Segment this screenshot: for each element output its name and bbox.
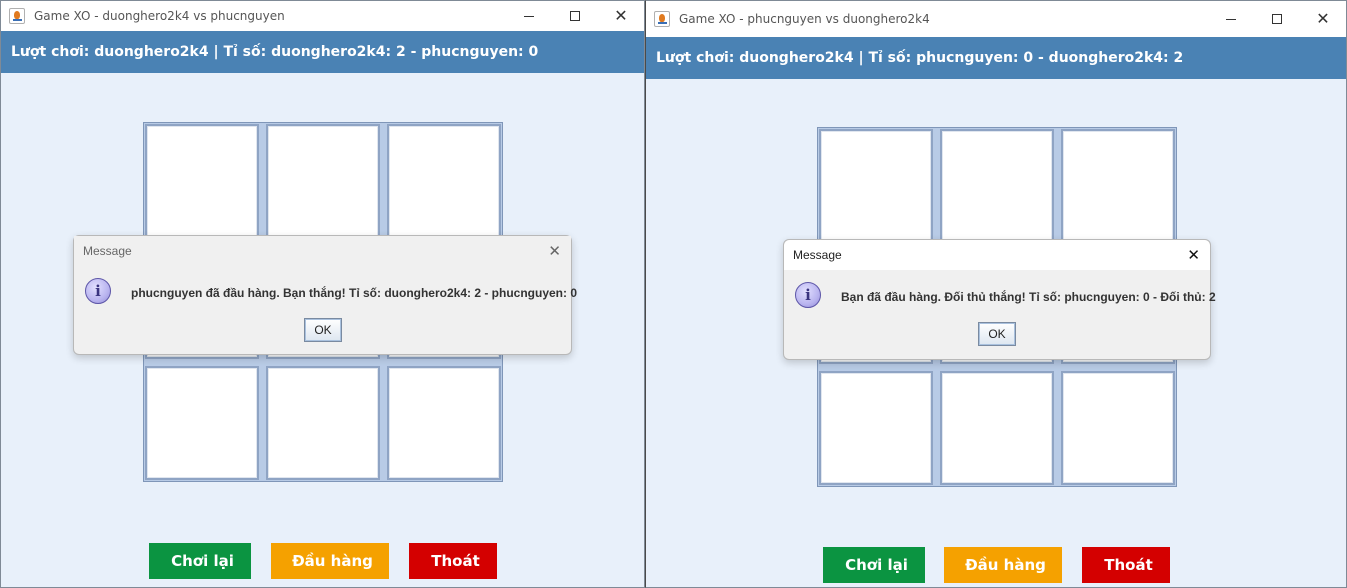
message-dialog: Message ✕ i phucnguyen đã đầu hàng. Bạn … (73, 235, 577, 355)
dialog-title: Message (74, 236, 571, 266)
maximize-icon (570, 11, 580, 21)
quit-button[interactable]: Thoát (1082, 547, 1170, 583)
board-cell-1[interactable] (819, 129, 933, 243)
window-controls: ✕ (506, 1, 644, 31)
surrender-button[interactable]: Đầu hàng (944, 547, 1062, 583)
ok-button[interactable]: OK (978, 322, 1016, 346)
quit-label: Thoát (431, 552, 480, 570)
board-cell-9[interactable] (387, 366, 501, 480)
window-titlebar[interactable]: Game XO - phucnguyen vs duonghero2k4 ✕ (646, 1, 1346, 37)
information-icon: i (795, 282, 821, 308)
game-window-duonghero2k4: Game XO - duonghero2k4 vs phucnguyen ✕ L… (0, 0, 645, 588)
close-icon: ✕ (1316, 9, 1330, 28)
maximize-button[interactable] (1254, 1, 1300, 37)
board-cell-3[interactable] (387, 124, 501, 238)
dialog-title: Message (784, 240, 1210, 270)
board-cell-7[interactable] (145, 366, 259, 480)
java-app-icon (9, 8, 25, 24)
replay-button[interactable]: Chơi lại (823, 547, 925, 583)
quit-button[interactable]: Thoát (409, 543, 497, 579)
information-icon: i (85, 278, 111, 304)
close-window-button[interactable]: ✕ (598, 1, 644, 31)
board-cell-1[interactable] (145, 124, 259, 238)
turn-score-bar: Lượt chơi: duonghero2k4 | Tỉ số: duonghe… (1, 31, 644, 73)
surrender-label: Đầu hàng (965, 556, 1046, 574)
close-icon: ✕ (614, 6, 628, 25)
dialog-message: phucnguyen đã đầu hàng. Bạn thắng! Tỉ số… (131, 286, 578, 300)
game-window-phucnguyen: Game XO - phucnguyen vs duonghero2k4 ✕ L… (645, 0, 1347, 588)
window-titlebar[interactable]: Game XO - duonghero2k4 vs phucnguyen ✕ (1, 1, 644, 31)
board-cell-2[interactable] (266, 124, 380, 238)
dialog-message: Bạn đã đầu hàng. Đối thủ thắng! Tỉ số: p… (841, 290, 1216, 304)
minimize-button[interactable] (506, 1, 552, 31)
window-controls: ✕ (1208, 1, 1346, 37)
turn-score-bar: Lượt chơi: duonghero2k4 | Tỉ số: phucngu… (646, 37, 1346, 79)
dialog-close-icon[interactable]: ✕ (1187, 246, 1200, 264)
ok-button[interactable]: OK (304, 318, 342, 342)
quit-label: Thoát (1104, 556, 1153, 574)
board-cell-8[interactable] (940, 371, 1054, 485)
message-dialog: Message ✕ i Bạn đã đầu hàng. Đối thủ thắ… (783, 239, 1216, 360)
minimize-icon (1226, 18, 1236, 20)
maximize-button[interactable] (552, 1, 598, 31)
close-window-button[interactable]: ✕ (1300, 1, 1346, 37)
dialog-close-icon[interactable]: ✕ (548, 242, 561, 260)
surrender-label: Đầu hàng (292, 552, 373, 570)
surrender-button[interactable]: Đầu hàng (271, 543, 389, 579)
java-app-icon (654, 11, 670, 27)
board-cell-3[interactable] (1061, 129, 1175, 243)
replay-label: Chơi lại (845, 556, 908, 574)
board-cell-2[interactable] (940, 129, 1054, 243)
replay-button[interactable]: Chơi lại (149, 543, 251, 579)
window-title: Game XO - phucnguyen vs duonghero2k4 (679, 12, 930, 26)
minimize-icon (524, 15, 534, 17)
board-cell-9[interactable] (1061, 371, 1175, 485)
board-cell-8[interactable] (266, 366, 380, 480)
minimize-button[interactable] (1208, 1, 1254, 37)
window-title: Game XO - duonghero2k4 vs phucnguyen (34, 9, 285, 23)
board-cell-7[interactable] (819, 371, 933, 485)
maximize-icon (1272, 14, 1282, 24)
replay-label: Chơi lại (171, 552, 234, 570)
